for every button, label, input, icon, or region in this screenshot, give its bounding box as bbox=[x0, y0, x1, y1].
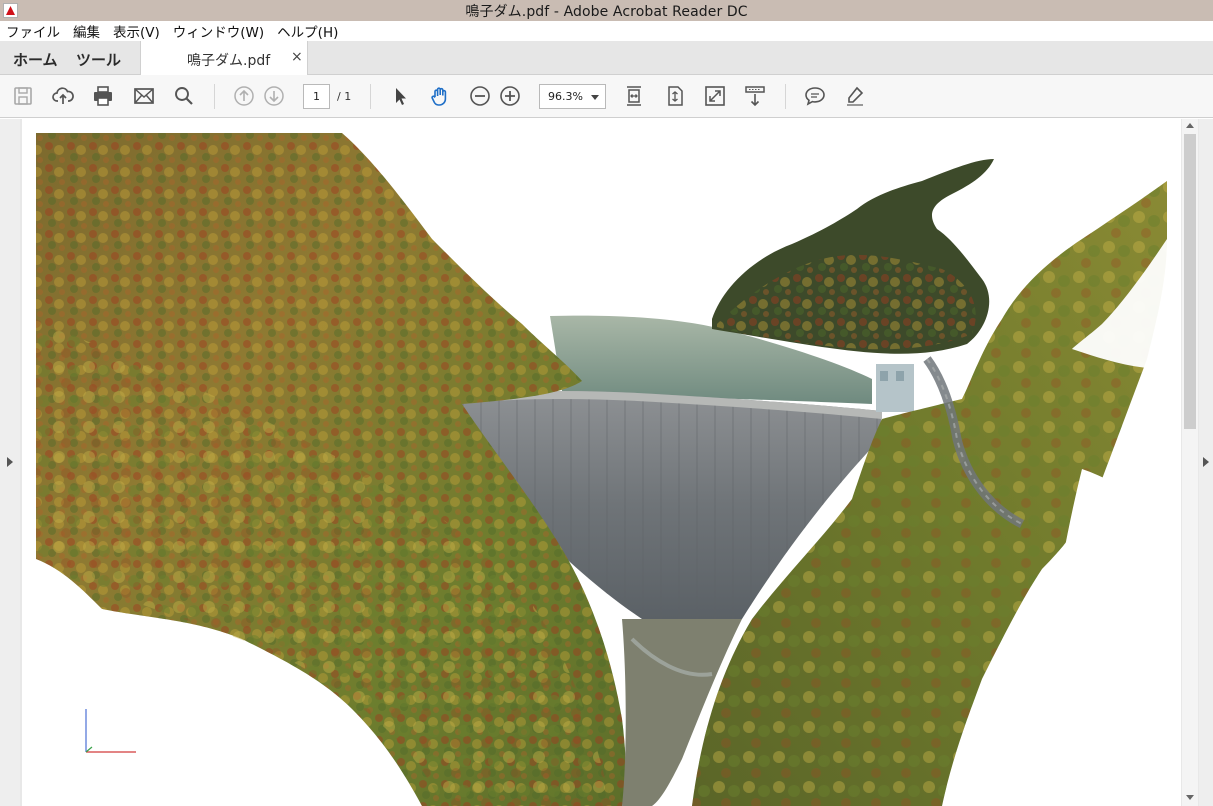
close-tab-icon[interactable]: × bbox=[291, 49, 303, 65]
chevron-right-icon bbox=[1203, 457, 1209, 467]
fullscreen-icon[interactable] bbox=[703, 84, 727, 108]
fit-page-icon[interactable] bbox=[663, 84, 687, 108]
upload-icon[interactable] bbox=[51, 84, 75, 108]
print-icon[interactable] bbox=[91, 84, 115, 108]
chevron-right-icon bbox=[7, 457, 13, 467]
scroll-up-icon[interactable] bbox=[1186, 123, 1194, 128]
zoom-level-value: 96.3% bbox=[548, 90, 583, 103]
zoom-level-select[interactable]: 96.3% bbox=[539, 84, 606, 109]
scroll-down-icon[interactable] bbox=[1186, 795, 1194, 800]
page-total: / 1 bbox=[337, 90, 352, 103]
prev-page-icon[interactable] bbox=[232, 84, 256, 108]
title-bar: 鳴子ダム.pdf - Adobe Acrobat Reader DC bbox=[0, 0, 1213, 21]
menu-view[interactable]: 表示(V) bbox=[113, 21, 160, 41]
left-panel-toggle[interactable] bbox=[0, 119, 20, 806]
right-panel-toggle[interactable] bbox=[1199, 119, 1213, 806]
select-cursor-icon[interactable] bbox=[388, 84, 412, 108]
highlight-icon[interactable] bbox=[843, 84, 867, 108]
zoom-out-icon[interactable] bbox=[468, 84, 492, 108]
pdf-page[interactable] bbox=[22, 119, 1181, 806]
fit-width-icon[interactable] bbox=[622, 84, 646, 108]
document-tab-label: 鳴子ダム.pdf bbox=[187, 53, 271, 69]
scroll-mode-icon[interactable] bbox=[743, 84, 767, 108]
chevron-down-icon bbox=[591, 95, 599, 100]
next-page-icon[interactable] bbox=[262, 84, 286, 108]
page-number-input[interactable]: 1 bbox=[303, 84, 330, 109]
tab-home[interactable]: ホーム bbox=[13, 49, 58, 70]
dam-3d-render bbox=[36, 133, 1167, 806]
zoom-in-icon[interactable] bbox=[498, 84, 522, 108]
toolbar-separator bbox=[785, 84, 786, 109]
save-icon[interactable] bbox=[11, 84, 35, 108]
comment-icon[interactable] bbox=[803, 84, 827, 108]
vertical-scrollbar[interactable] bbox=[1182, 119, 1198, 806]
acrobat-app-icon[interactable] bbox=[3, 3, 18, 18]
search-icon[interactable] bbox=[172, 84, 196, 108]
scrollbar-thumb[interactable] bbox=[1184, 134, 1196, 429]
tab-tools[interactable]: ツール bbox=[76, 49, 121, 70]
menu-bar: ファイル 編集 表示(V) ウィンドウ(W) ヘルプ(H) bbox=[0, 21, 1213, 41]
toolbar: 1 / 1 96.3% bbox=[0, 75, 1213, 118]
email-icon[interactable] bbox=[132, 84, 156, 108]
toolbar-separator bbox=[214, 84, 215, 109]
menu-help[interactable]: ヘルプ(H) bbox=[277, 21, 338, 41]
tab-document[interactable]: 鳴子ダム.pdf × bbox=[140, 41, 308, 75]
hand-tool-icon[interactable] bbox=[428, 84, 452, 108]
document-area[interactable] bbox=[0, 119, 1213, 806]
window-title: 鳴子ダム.pdf - Adobe Acrobat Reader DC bbox=[465, 3, 748, 20]
menu-window[interactable]: ウィンドウ(W) bbox=[173, 21, 264, 41]
menu-edit[interactable]: 編集 bbox=[73, 21, 100, 41]
menu-file[interactable]: ファイル bbox=[6, 21, 60, 41]
tab-bar: ホーム ツール 鳴子ダム.pdf × bbox=[0, 41, 1213, 75]
toolbar-separator bbox=[370, 84, 371, 109]
